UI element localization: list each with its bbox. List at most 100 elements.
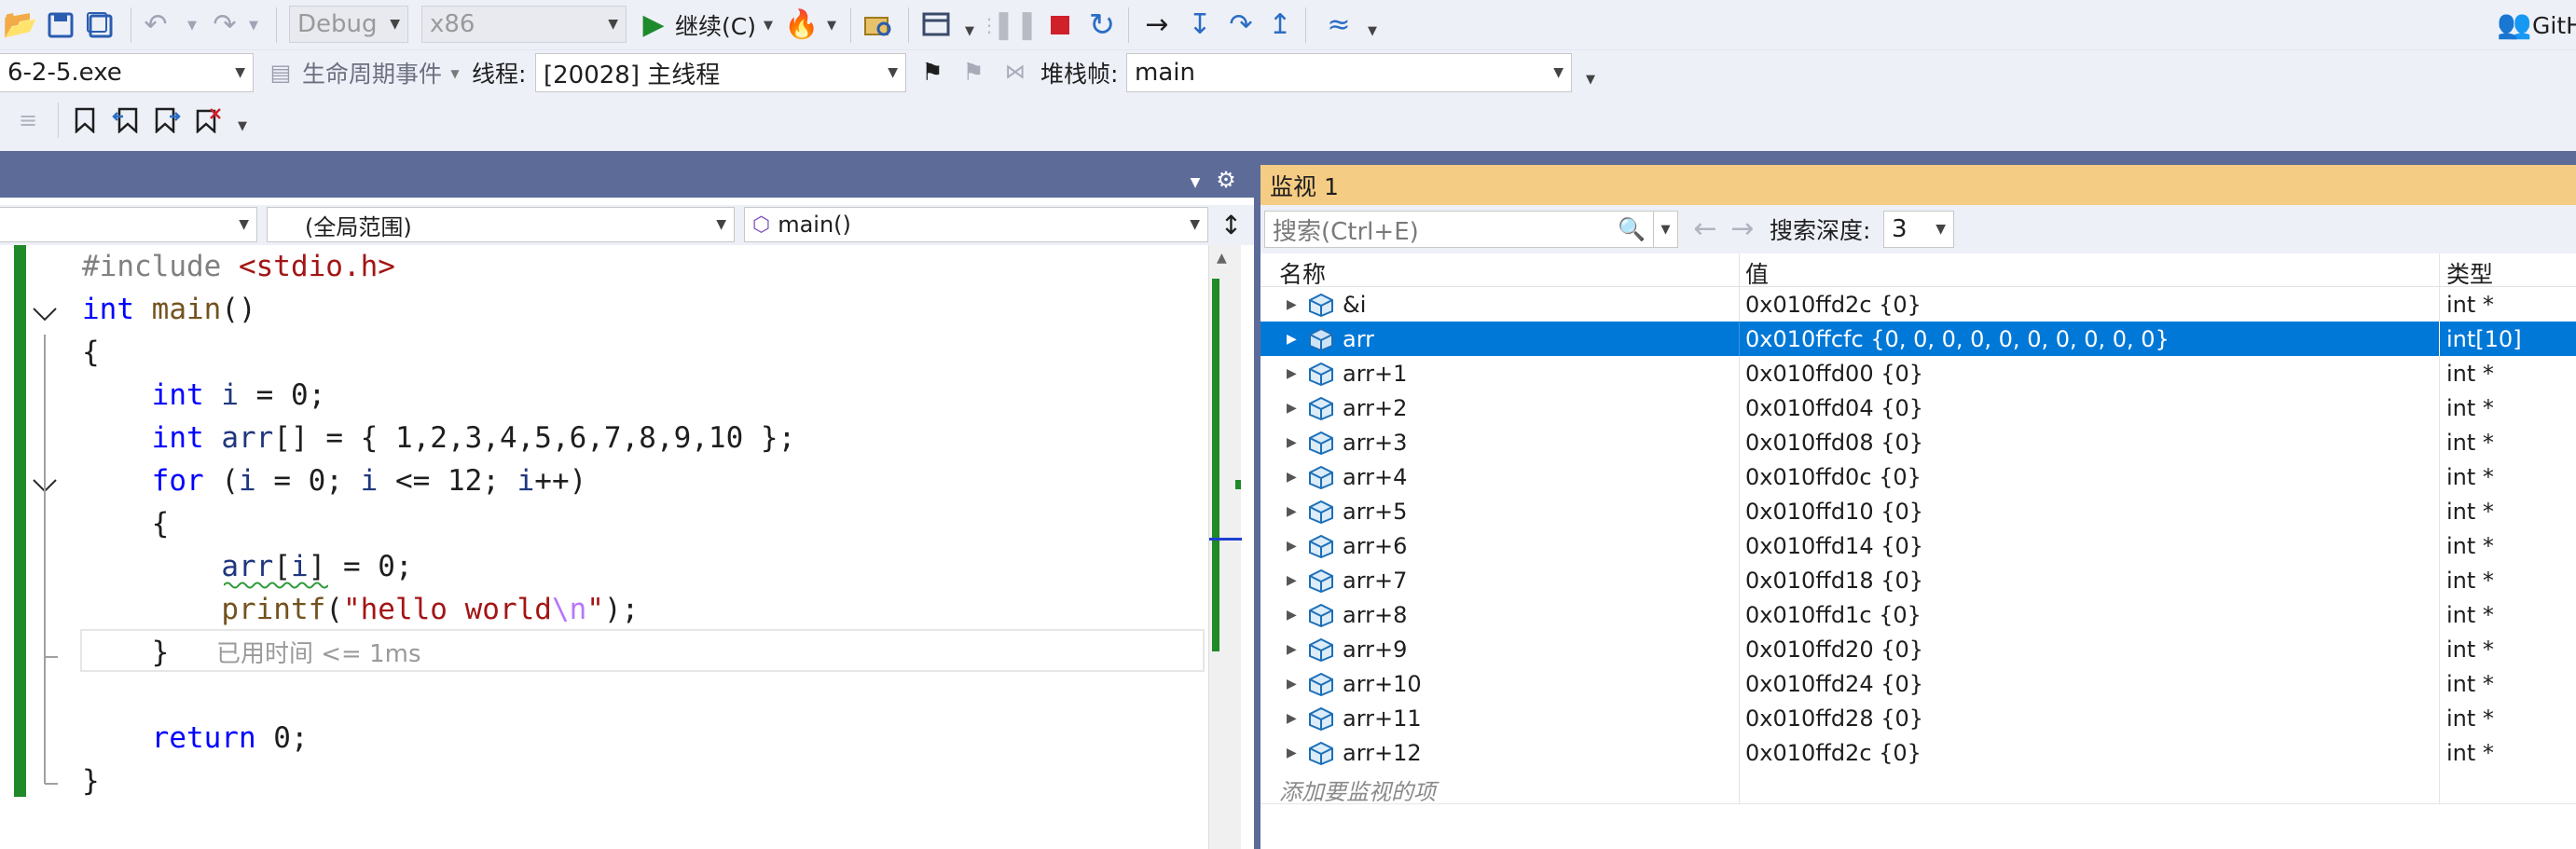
tab-list-dropdown-icon[interactable]: ▼ — [1186, 173, 1205, 192]
split-window-icon[interactable]: ↕ — [1208, 205, 1254, 245]
watch-row[interactable]: ▶ arr+1 0x010ffd00 {0} int * — [1260, 356, 2576, 390]
expand-arrow-icon[interactable]: ▶ — [1287, 494, 1297, 528]
project-select[interactable]: ▼ — [0, 207, 257, 242]
toolbar-options-dropdown-icon[interactable]: ▼ — [1363, 19, 1382, 43]
watch-item-value[interactable]: 0x010ffd1c {0} — [1745, 597, 2435, 632]
redo-dropdown-icon[interactable]: ▼ — [244, 13, 263, 37]
previous-bookmark-icon[interactable] — [108, 103, 144, 138]
watch-row[interactable]: ▶ arr+11 0x010ffd28 {0} int * — [1260, 701, 2576, 735]
function-select[interactable]: ⬡ main() ▼ — [744, 207, 1208, 242]
step-over-icon[interactable]: ↷ — [1223, 7, 1259, 43]
expand-arrow-icon[interactable]: ▶ — [1287, 390, 1297, 425]
diagnostic-tools-icon[interactable]: ≈ — [1322, 7, 1356, 43]
expand-arrow-icon[interactable]: ▶ — [1287, 528, 1297, 563]
watch-row[interactable]: ▶ arr+8 0x010ffd1c {0} int * — [1260, 597, 2576, 632]
settings-gear-icon[interactable]: ⚙ — [1212, 166, 1240, 194]
watch-row[interactable]: ▶ &i 0x010ffd2c {0} int * — [1260, 287, 2576, 322]
search-next-icon[interactable]: → — [1727, 212, 1758, 246]
stop-debugging-icon[interactable] — [1044, 9, 1076, 41]
watch-item-value[interactable]: 0x010ffcfc {0, 0, 0, 0, 0, 0, 0, 0, 0, 0… — [1745, 322, 2435, 356]
search-options-dropdown-icon[interactable]: ▼ — [1653, 212, 1677, 247]
restart-icon[interactable]: ↻ — [1085, 7, 1119, 43]
github-label[interactable]: GitH — [2532, 7, 2576, 43]
expand-arrow-icon[interactable]: ▶ — [1287, 701, 1297, 735]
lifecycle-dropdown-icon[interactable]: ▼ — [448, 62, 462, 86]
scope-select[interactable]: (全局范围) ▼ — [267, 207, 735, 242]
watch-row[interactable]: ▶ arr+10 0x010ffd24 {0} int * — [1260, 666, 2576, 701]
thread-select[interactable]: [20028] 主线程 ▼ — [535, 53, 906, 92]
add-watch-hint[interactable]: 添加要监视的项 — [1279, 774, 1436, 806]
platform-select[interactable]: x86 ▼ — [421, 6, 627, 43]
undo-icon[interactable]: ↶ — [140, 9, 172, 41]
process-select[interactable]: 6-2-5.exe ▼ — [0, 53, 254, 92]
stackframe-select[interactable]: main ▼ — [1126, 53, 1572, 92]
search-previous-icon[interactable]: ← — [1689, 212, 1721, 246]
browse-symbols-icon[interactable] — [861, 9, 895, 41]
toolbar-options-dropdown-icon[interactable]: ▼ — [1581, 67, 1600, 91]
scroll-up-icon[interactable]: ▲ — [1217, 251, 1227, 266]
column-header-value[interactable]: 值 — [1745, 256, 1769, 290]
watch-item-value[interactable]: 0x010ffd18 {0} — [1745, 563, 2435, 597]
lifecycle-events-icon[interactable]: ▤ — [267, 58, 295, 88]
toggle-flag-icon[interactable]: ⚑ — [917, 56, 947, 89]
toolbar-options-dropdown-icon[interactable]: ▼ — [233, 114, 252, 138]
overflow-dropdown-icon[interactable]: ▼ — [960, 19, 979, 43]
github-copilot-icon[interactable]: 👥 — [2497, 9, 2531, 41]
watch-item-value[interactable]: 0x010ffd14 {0} — [1745, 528, 2435, 563]
save-all-icon[interactable] — [84, 9, 116, 41]
watch-row[interactable]: ▶ arr+12 0x010ffd2c {0} int * — [1260, 735, 2576, 770]
hot-reload-dropdown-icon[interactable]: ▼ — [822, 13, 841, 37]
save-icon[interactable] — [45, 9, 76, 41]
watch-item-value[interactable]: 0x010ffd0c {0} — [1745, 459, 2435, 494]
watch-row[interactable]: ▶ arr+7 0x010ffd18 {0} int * — [1260, 563, 2576, 597]
expand-arrow-icon[interactable]: ▶ — [1287, 632, 1297, 666]
column-header-name[interactable]: 名称 — [1279, 256, 1326, 290]
column-header-type[interactable]: 类型 — [2446, 256, 2493, 290]
watch-row[interactable]: ▶ arr+6 0x010ffd14 {0} int * — [1260, 528, 2576, 563]
search-icon[interactable]: 🔍 — [1618, 216, 1646, 242]
watch-item-value[interactable]: 0x010ffd20 {0} — [1745, 632, 2435, 666]
watch-row[interactable]: ▶ arr+9 0x010ffd20 {0} int * — [1260, 632, 2576, 666]
show-threads-icon[interactable]: ⋈ — [999, 56, 1031, 89]
toggle-bookmark-icon[interactable] — [69, 103, 101, 138]
panel-splitter[interactable] — [1254, 165, 1260, 849]
expand-arrow-icon[interactable]: ▶ — [1287, 666, 1297, 701]
redo-icon[interactable]: ↷ — [209, 9, 241, 41]
code-editor[interactable]: #include <stdio.h> int main() { int i = … — [0, 245, 1208, 849]
watch-item-value[interactable]: 0x010ffd2c {0} — [1745, 735, 2435, 770]
next-bookmark-icon[interactable] — [149, 103, 185, 138]
watch-row[interactable]: ▶ arr 0x010ffcfc {0, 0, 0, 0, 0, 0, 0, 0, … — [1260, 322, 2576, 356]
watch-row[interactable]: ▶ arr+5 0x010ffd10 {0} int * — [1260, 494, 2576, 528]
watch-search-input[interactable]: 搜索(Ctrl+E) 🔍 ▼ — [1264, 211, 1678, 248]
continue-button-label[interactable]: 继续(C) — [675, 7, 756, 43]
watch-row[interactable]: ▶ arr+4 0x010ffd0c {0} int * — [1260, 459, 2576, 494]
configuration-select[interactable]: Debug ▼ — [289, 6, 408, 43]
expand-arrow-icon[interactable]: ▶ — [1287, 287, 1297, 322]
watch-item-value[interactable]: 0x010ffd28 {0} — [1745, 701, 2435, 735]
watch-item-value[interactable]: 0x010ffd2c {0} — [1745, 287, 2435, 322]
watch-item-value[interactable]: 0x010ffd08 {0} — [1745, 425, 2435, 459]
open-folder-icon[interactable]: 📂 — [3, 9, 37, 41]
clear-bookmarks-icon[interactable] — [190, 103, 226, 138]
continue-dropdown-icon[interactable]: ▼ — [759, 13, 778, 37]
flag-threads-icon[interactable]: ⚑ — [957, 56, 990, 89]
expand-arrow-icon[interactable]: ▶ — [1287, 356, 1297, 390]
search-depth-select[interactable]: 3 ▼ — [1883, 211, 1954, 248]
expand-arrow-icon[interactable]: ▶ — [1287, 322, 1297, 356]
expand-arrow-icon[interactable]: ▶ — [1287, 735, 1297, 770]
comment-lines-icon[interactable]: ≡ — [11, 104, 45, 136]
expand-arrow-icon[interactable]: ▶ — [1287, 459, 1297, 494]
watch-row[interactable]: ▶ arr+3 0x010ffd08 {0} int * — [1260, 425, 2576, 459]
watch-item-value[interactable]: 0x010ffd10 {0} — [1745, 494, 2435, 528]
watch-window-title[interactable]: 监视 1 — [1260, 165, 2576, 205]
watch-item-value[interactable]: 0x010ffd04 {0} — [1745, 390, 2435, 425]
break-all-icon[interactable]: ❚❚ — [992, 9, 1039, 41]
show-next-statement-icon[interactable]: → — [1141, 9, 1173, 41]
expand-arrow-icon[interactable]: ▶ — [1287, 597, 1297, 632]
step-out-icon[interactable]: ↥ — [1264, 7, 1296, 43]
watch-item-value[interactable]: 0x010ffd00 {0} — [1745, 356, 2435, 390]
expand-arrow-icon[interactable]: ▶ — [1287, 563, 1297, 597]
watch-row[interactable]: ▶ arr+2 0x010ffd04 {0} int * — [1260, 390, 2576, 425]
watch-item-value[interactable]: 0x010ffd24 {0} — [1745, 666, 2435, 701]
expand-arrow-icon[interactable]: ▶ — [1287, 425, 1297, 459]
